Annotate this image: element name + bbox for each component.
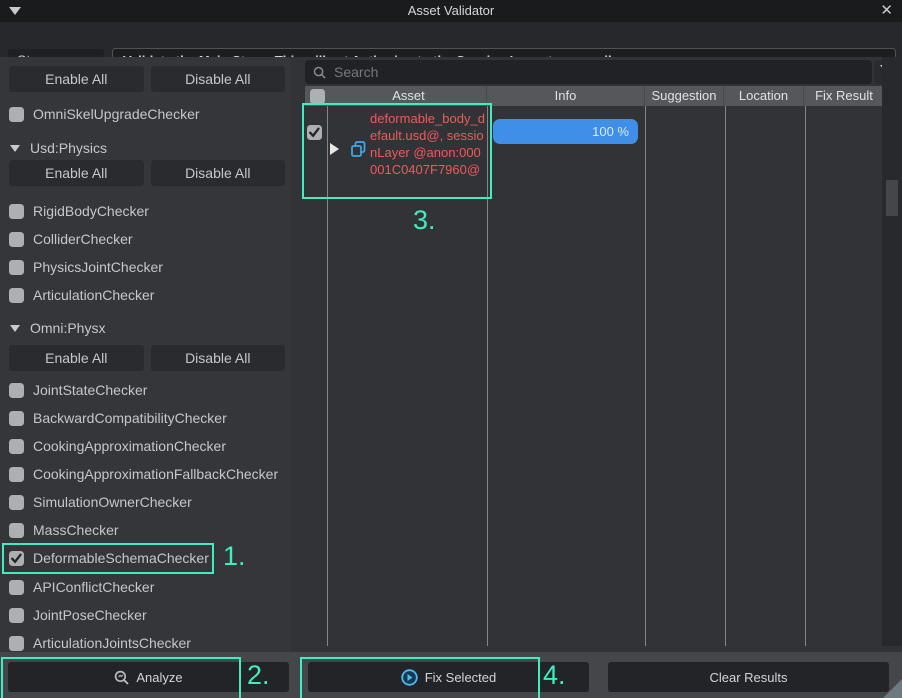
asset-validator-window: Asset Validator ✕ Stage Validate the Mai… (0, 0, 902, 698)
column-header-location[interactable]: Location (724, 86, 804, 106)
checker-list-panel: Enable All Disable All OmniSkelUpgradeCh… (0, 57, 290, 652)
checker-item[interactable]: ArticulationChecker (9, 281, 274, 309)
checkbox-unchecked[interactable] (9, 232, 24, 247)
checker-item[interactable]: OmniSkelUpgradeChecker (9, 100, 274, 128)
column-header-asset[interactable]: Asset (331, 86, 487, 106)
checkbox-unchecked[interactable] (9, 467, 24, 482)
group-header-omni-physx[interactable]: Omni:Physx (10, 314, 105, 342)
enable-all-button[interactable]: Enable All (9, 345, 144, 371)
clear-results-button[interactable]: Clear Results (608, 662, 889, 692)
title-bar: Asset Validator ✕ (0, 0, 902, 22)
checkbox-unchecked[interactable] (9, 411, 24, 426)
checkbox-unchecked[interactable] (9, 107, 24, 122)
checkbox-unchecked[interactable] (9, 495, 24, 510)
checkbox-unchecked[interactable] (9, 439, 24, 454)
column-header-fix-result[interactable]: Fix Result (804, 86, 884, 106)
checker-item-deformable-schema[interactable]: DeformableSchemaChecker (9, 544, 274, 572)
checkbox-unchecked[interactable] (9, 288, 24, 303)
checker-item[interactable]: CookingApproximationChecker (9, 432, 274, 460)
checker-item[interactable]: CookingApproximationFallbackChecker (9, 460, 274, 488)
checker-item[interactable]: JointPoseChecker (9, 601, 274, 629)
disable-all-button[interactable]: Disable All (151, 345, 286, 371)
checker-item[interactable]: ColliderChecker (9, 225, 274, 253)
group-header-usd-physics[interactable]: Usd:Physics (10, 134, 107, 162)
checkbox-unchecked[interactable] (9, 204, 24, 219)
fix-play-icon (401, 669, 418, 686)
footer-bar: Analyze Fix Selected Clear Results (0, 652, 902, 698)
column-divider (327, 106, 328, 646)
checker-item[interactable]: APIConflictChecker (9, 573, 274, 601)
checkbox-unchecked[interactable] (9, 580, 24, 595)
resize-grip[interactable] (883, 679, 902, 698)
analyze-button[interactable]: Analyze (8, 662, 289, 692)
column-header-suggestion[interactable]: Suggestion (645, 86, 724, 106)
column-divider (725, 106, 726, 646)
close-icon[interactable]: ✕ (880, 2, 893, 20)
table-body: deformable_body_default.usd@, sessionLay… (305, 106, 897, 646)
fix-selected-button[interactable]: Fix Selected (308, 662, 589, 692)
collapse-arrow-icon[interactable] (10, 145, 20, 152)
checkbox-checked[interactable] (9, 551, 24, 566)
asset-cell[interactable]: deformable_body_default.usd@, sessionLay… (370, 110, 486, 178)
checkbox-unchecked[interactable] (9, 608, 24, 623)
checkbox-unchecked[interactable] (9, 636, 24, 651)
scrollbar-thumb[interactable] (886, 180, 898, 216)
enable-all-button[interactable]: Enable All (9, 66, 144, 92)
search-icon (313, 66, 326, 79)
disable-all-button[interactable]: Disable All (151, 160, 286, 186)
column-divider (487, 106, 488, 646)
disable-all-button[interactable]: Disable All (151, 66, 286, 92)
checker-item[interactable]: PhysicsJointChecker (9, 253, 274, 281)
checkbox-unchecked[interactable] (9, 260, 24, 275)
checker-item[interactable]: JointStateChecker (9, 376, 274, 404)
enable-all-button[interactable]: Enable All (9, 160, 144, 186)
layer-stack-icon (351, 141, 366, 157)
checkbox-unchecked[interactable] (310, 89, 325, 104)
expand-arrow-icon[interactable] (330, 143, 339, 155)
progress-bar: 100 % (493, 119, 638, 144)
window-title: Asset Validator (0, 0, 902, 22)
results-panel: Asset Info Suggestion Location Fix Resul… (290, 57, 902, 652)
column-divider (805, 106, 806, 646)
column-divider (645, 106, 646, 646)
header-checkbox-cell[interactable] (305, 86, 331, 106)
checker-item[interactable]: SimulationOwnerChecker (9, 488, 274, 516)
table-scrollbar[interactable] (882, 57, 902, 646)
column-header-info[interactable]: Info (487, 86, 645, 106)
checker-item[interactable]: RigidBodyChecker (9, 197, 274, 225)
checker-item[interactable]: BackwardCompatibilityChecker (9, 404, 274, 432)
toolbar: Stage Validate the Main Stage. This will… (0, 22, 902, 57)
checkbox-unchecked[interactable] (9, 523, 24, 538)
analyze-magnifier-icon (114, 670, 129, 685)
row-checkbox-checked[interactable] (307, 125, 322, 140)
table-header: Asset Info Suggestion Location Fix Resul… (305, 86, 884, 106)
checker-item[interactable]: MassChecker (9, 516, 274, 544)
checkbox-unchecked[interactable] (9, 383, 24, 398)
collapse-arrow-icon[interactable] (10, 325, 20, 332)
search-bar[interactable] (305, 60, 872, 84)
search-input[interactable] (334, 64, 814, 80)
